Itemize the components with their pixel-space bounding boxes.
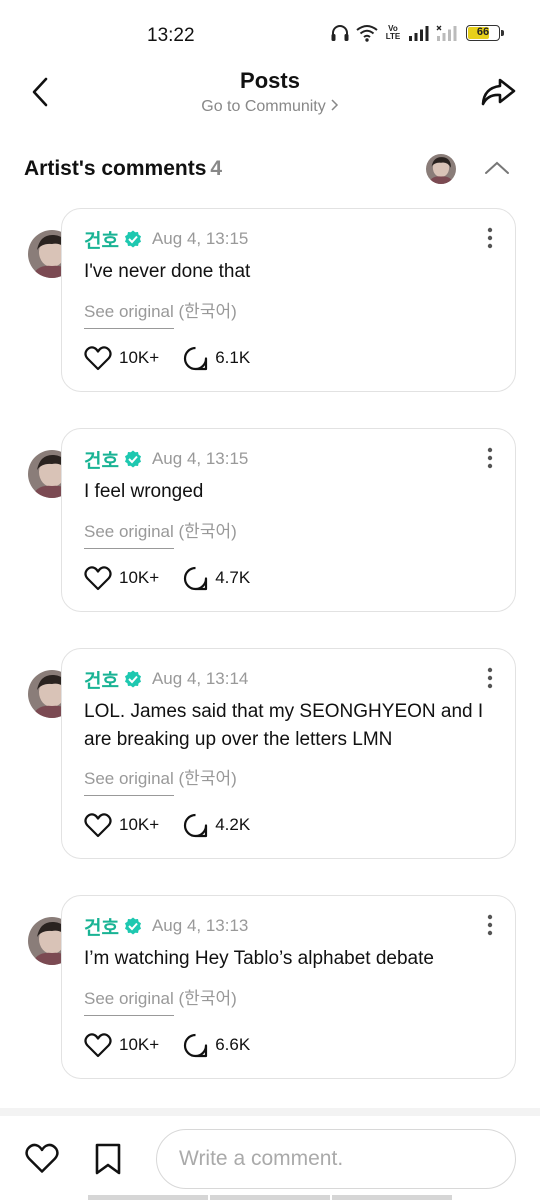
- verified-badge-icon: [124, 450, 141, 468]
- status-bar: 13:22 Vo LTE 66: [0, 0, 540, 70]
- original-language: (한국어): [178, 769, 237, 788]
- page-title: Posts: [240, 68, 300, 93]
- like-count: 10K+: [119, 568, 160, 587]
- collapse-button[interactable]: [483, 158, 511, 178]
- comment-text: I feel wronged: [84, 481, 204, 502]
- comment-text: LOL. James said that my SEONGHYEON and I…: [84, 701, 484, 750]
- see-original-link[interactable]: See original: [84, 522, 174, 549]
- comment-actions: 10K+ 6.1K: [84, 345, 250, 371]
- chevron-right-icon: [330, 98, 339, 116]
- headphones-icon: [331, 25, 349, 41]
- comment-item: 건호 Aug 4, 13:15 I feel wronged See origi…: [28, 428, 516, 612]
- comment-header: 건호 Aug 4, 13:13: [84, 913, 249, 940]
- comment-actions: 10K+ 6.6K: [84, 1032, 250, 1058]
- original-language: (한국어): [178, 522, 237, 541]
- heart-icon[interactable]: [84, 812, 112, 838]
- see-original: See original (한국어): [84, 297, 237, 329]
- signal-icon: [409, 26, 429, 41]
- chevron-up-icon: [485, 161, 509, 174]
- reply-count: 6.1K: [215, 348, 251, 367]
- original-language: (한국어): [178, 302, 237, 321]
- comment-header: 건호 Aug 4, 13:15: [84, 446, 249, 473]
- original-language: (한국어): [178, 989, 237, 1008]
- verified-badge-icon: [124, 230, 141, 248]
- reply-count: 6.6K: [215, 1035, 251, 1054]
- reply-icon[interactable]: [183, 566, 208, 591]
- see-original-link[interactable]: See original: [84, 769, 174, 796]
- bookmark-icon: [95, 1143, 121, 1175]
- see-original: See original (한국어): [84, 984, 237, 1016]
- comment-card[interactable]: 건호 Aug 4, 13:14 LOL. James said that my …: [61, 648, 516, 859]
- like-post-button[interactable]: [24, 1142, 60, 1174]
- comment-header: 건호 Aug 4, 13:14: [84, 666, 249, 693]
- home-indicator: [88, 1195, 452, 1200]
- see-original-link[interactable]: See original: [84, 302, 174, 329]
- comment-header: 건호 Aug 4, 13:15: [84, 226, 249, 253]
- comment-card[interactable]: 건호 Aug 4, 13:15 I've never done that See…: [61, 208, 516, 392]
- reply-icon[interactable]: [183, 1033, 208, 1058]
- section-title: Artist's comments: [24, 157, 207, 180]
- heart-icon[interactable]: [84, 565, 112, 591]
- see-original: See original (한국어): [84, 764, 237, 796]
- see-original-link[interactable]: See original: [84, 989, 174, 1016]
- comment-item: 건호 Aug 4, 13:13 I’m watching Hey Tablo’s…: [28, 895, 516, 1079]
- battery-icon: 66: [466, 25, 504, 41]
- comment-text: I've never done that: [84, 261, 251, 282]
- comment-author[interactable]: 건호: [84, 913, 119, 940]
- comment-text: I’m watching Hey Tablo’s alphabet debate: [84, 948, 434, 969]
- share-icon: [481, 78, 516, 106]
- comment-date: Aug 4, 13:13: [151, 916, 249, 935]
- section-count: 4: [210, 157, 223, 180]
- heart-icon[interactable]: [84, 345, 112, 371]
- more-options-icon[interactable]: [487, 227, 493, 249]
- artist-avatar[interactable]: [426, 154, 456, 184]
- comment-item: 건호 Aug 4, 13:14 LOL. James said that my …: [28, 648, 516, 859]
- comment-author[interactable]: 건호: [84, 446, 119, 473]
- reply-count: 4.7K: [215, 568, 251, 587]
- verified-badge-icon: [124, 670, 141, 688]
- comment-author[interactable]: 건호: [84, 226, 119, 253]
- volte-icon: Vo LTE: [385, 24, 401, 41]
- heart-icon: [25, 1143, 59, 1173]
- like-count: 10K+: [119, 348, 160, 367]
- like-count: 10K+: [119, 815, 160, 834]
- more-options-icon[interactable]: [487, 447, 493, 469]
- comment-actions: 10K+ 4.2K: [84, 812, 250, 838]
- bottom-divider: [0, 1108, 540, 1116]
- heart-icon[interactable]: [84, 1032, 112, 1058]
- status-icons: Vo LTE 66: [330, 24, 504, 42]
- battery-level: 66: [476, 26, 490, 38]
- share-button[interactable]: [478, 72, 518, 112]
- wifi-icon: [356, 25, 378, 42]
- verified-badge-icon: [124, 917, 141, 935]
- comment-card[interactable]: 건호 Aug 4, 13:15 I feel wronged See origi…: [61, 428, 516, 612]
- go-to-community-link[interactable]: Go to Community: [0, 98, 540, 116]
- more-options-icon[interactable]: [487, 667, 493, 689]
- comment-date: Aug 4, 13:14: [151, 669, 249, 688]
- status-time: 13:22: [147, 25, 195, 46]
- like-count: 10K+: [119, 1035, 160, 1054]
- comment-card[interactable]: 건호 Aug 4, 13:13 I’m watching Hey Tablo’s…: [61, 895, 516, 1079]
- reply-icon[interactable]: [183, 813, 208, 838]
- comment-date: Aug 4, 13:15: [151, 449, 249, 468]
- go-to-community-label: Go to Community: [201, 98, 326, 115]
- comment-input[interactable]: [156, 1129, 516, 1189]
- reply-icon[interactable]: [183, 346, 208, 371]
- bookmark-button[interactable]: [92, 1142, 124, 1176]
- comment-actions: 10K+ 4.7K: [84, 565, 250, 591]
- artist-comments-header: Artist's comments 4: [24, 157, 222, 181]
- signal-no-service-icon: [436, 25, 457, 41]
- more-options-icon[interactable]: [487, 914, 493, 936]
- comment-item: 건호 Aug 4, 13:15 I've never done that See…: [28, 208, 516, 392]
- comment-date: Aug 4, 13:15: [151, 229, 249, 248]
- see-original: See original (한국어): [84, 517, 237, 549]
- comment-author[interactable]: 건호: [84, 666, 119, 693]
- reply-count: 4.2K: [215, 815, 251, 834]
